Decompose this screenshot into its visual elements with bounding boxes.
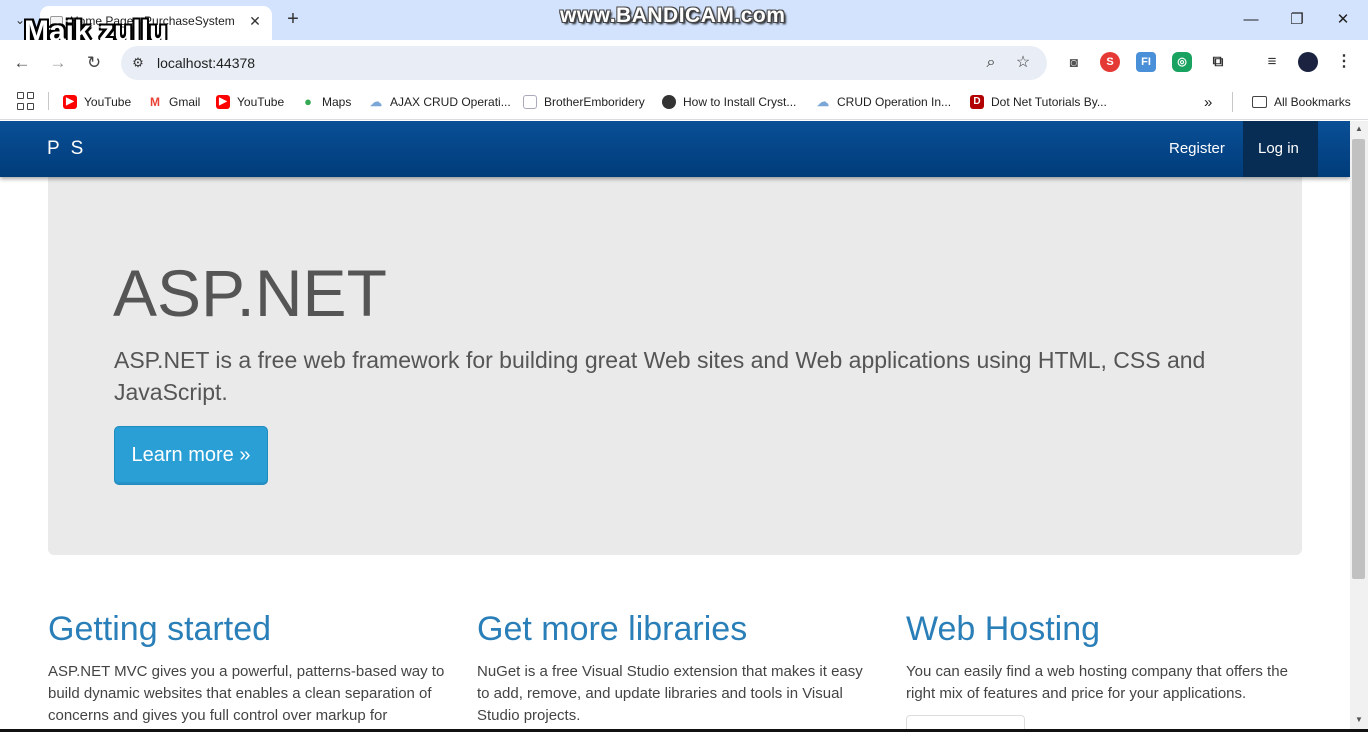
all-bookmarks-folder[interactable]: All Bookmarks — [1252, 92, 1351, 112]
site-navbar: P S Register Log in — [0, 121, 1350, 177]
column-text: NuGet is a free Visual Studio extension … — [477, 663, 863, 724]
restore-button[interactable]: ❐ — [1281, 6, 1313, 34]
bookmark-label: AJAX CRUD Operati... — [390, 95, 511, 109]
zoom-icon[interactable]: ⌕ — [981, 53, 1001, 73]
bookmark-label: BrotherEmboridery — [544, 95, 645, 109]
bookmark-label: Gmail — [169, 95, 201, 109]
folder-icon — [1252, 96, 1267, 108]
cloud-icon: ☁ — [816, 95, 830, 109]
maps-icon: ● — [301, 95, 315, 109]
scroll-down-arrow-icon[interactable]: ▼ — [1350, 712, 1368, 728]
bookmark-gmail[interactable]: M Gmail — [148, 92, 200, 112]
login-link[interactable]: Log in — [1243, 121, 1318, 177]
shield-extension-icon[interactable]: S — [1100, 52, 1120, 72]
apps-grid-icon[interactable] — [17, 92, 35, 110]
fi-extension-icon[interactable]: FI — [1136, 52, 1156, 72]
browser-toolbar: ← → ↻ ⚙ localhost:44378 ⌕ ☆ ◙ S FI ◎ ⧉ ≡… — [0, 40, 1368, 86]
jumbotron: ASP.NET ASP.NET is a free web framework … — [48, 177, 1302, 555]
bookmark-ajax-crud[interactable]: ☁ AJAX CRUD Operati... — [369, 92, 511, 112]
column-web-hosting: Web Hosting You can easily find a web ho… — [906, 607, 1306, 705]
back-button[interactable]: ← — [10, 51, 34, 75]
bookmark-dotnet-tutorials[interactable]: D Dot Net Tutorials By... — [970, 92, 1107, 112]
bookmark-label: Maps — [322, 95, 352, 109]
youtube-icon: ▶ — [216, 95, 230, 109]
address-bar[interactable]: ⚙ localhost:44378 ⌕ ☆ — [121, 46, 1047, 80]
all-bookmarks-label: All Bookmarks — [1274, 95, 1351, 109]
bookmark-label: YouTube — [84, 95, 132, 109]
page-scrollbar[interactable]: ▲ ▼ — [1350, 121, 1368, 732]
scroll-up-arrow-icon[interactable]: ▲ — [1350, 121, 1368, 137]
jumbotron-title: ASP.NET — [113, 256, 387, 330]
bookmark-separator — [48, 92, 49, 110]
bookmark-install-crystal[interactable]: How to Install Cryst... — [662, 92, 796, 112]
new-tab-button[interactable]: + — [282, 8, 304, 30]
cloud-icon: ☁ — [369, 95, 383, 109]
column-get-more-libraries: Get more libraries NuGet is a free Visua… — [477, 607, 877, 727]
bookmark-brother-emboridery[interactable]: BrotherEmboridery — [523, 92, 645, 112]
youtube-icon: ▶ — [63, 95, 77, 109]
bookmark-crud-operation[interactable]: ☁ CRUD Operation In... — [816, 92, 951, 112]
url-text[interactable]: localhost:44378 — [157, 55, 255, 71]
bookmark-maps[interactable]: ● Maps — [301, 92, 351, 112]
recorder-watermark: www.BANDICAM.com — [560, 4, 786, 27]
bookmark-separator — [1232, 92, 1233, 112]
column-title: Get more libraries — [477, 610, 748, 648]
dotnet-icon: D — [970, 95, 984, 109]
media-control-icon[interactable]: ≡ — [1262, 52, 1282, 72]
column-title: Web Hosting — [906, 610, 1101, 648]
jumbotron-lead: ASP.NET is a free web framework for buil… — [114, 347, 1206, 405]
close-window-button[interactable]: ✕ — [1327, 6, 1359, 34]
forward-button[interactable]: → — [46, 51, 70, 75]
more-bookmarks-chevron-icon[interactable]: » — [1204, 92, 1212, 112]
extensions-puzzle-icon[interactable]: ⧉ — [1208, 52, 1228, 72]
bookmark-youtube-1[interactable]: ▶ YouTube — [63, 92, 131, 112]
scroll-thumb[interactable] — [1352, 139, 1365, 579]
globe-icon — [662, 95, 676, 109]
close-tab-icon[interactable]: ✕ — [246, 12, 264, 30]
column-text: You can easily find a web hosting compan… — [906, 663, 1288, 702]
web-page: P S Register Log in ASP.NET ASP.NET is a… — [0, 121, 1350, 732]
site-info-icon[interactable]: ⚙ — [129, 54, 147, 72]
bookmark-label: CRUD Operation In... — [837, 95, 952, 109]
column-title: Getting started — [48, 610, 272, 648]
page-icon — [523, 95, 537, 109]
reload-button[interactable]: ↻ — [82, 51, 106, 75]
camera-icon[interactable]: ◙ — [1064, 52, 1084, 72]
bookmark-label: YouTube — [237, 95, 285, 109]
bookmark-label: How to Install Cryst... — [683, 95, 797, 109]
bookmark-label: Dot Net Tutorials By... — [991, 95, 1107, 109]
menu-kebab-icon[interactable]: ⋮ — [1334, 52, 1354, 72]
bookmark-youtube-2[interactable]: ▶ YouTube — [216, 92, 284, 112]
column-getting-started: Getting started ASP.NET MVC gives you a … — [48, 607, 448, 727]
minimize-button[interactable]: — — [1235, 6, 1267, 34]
green-extension-icon[interactable]: ◎ — [1172, 52, 1192, 72]
site-brand[interactable]: P S — [47, 138, 86, 160]
column-text: ASP.NET MVC gives you a powerful, patter… — [48, 663, 445, 724]
gmail-icon: M — [148, 95, 162, 109]
profile-avatar[interactable] — [1298, 52, 1318, 72]
bookmark-star-icon[interactable]: ☆ — [1013, 53, 1033, 73]
learn-more-button[interactable]: Learn more » — [114, 426, 268, 485]
register-link[interactable]: Register — [1154, 121, 1240, 177]
